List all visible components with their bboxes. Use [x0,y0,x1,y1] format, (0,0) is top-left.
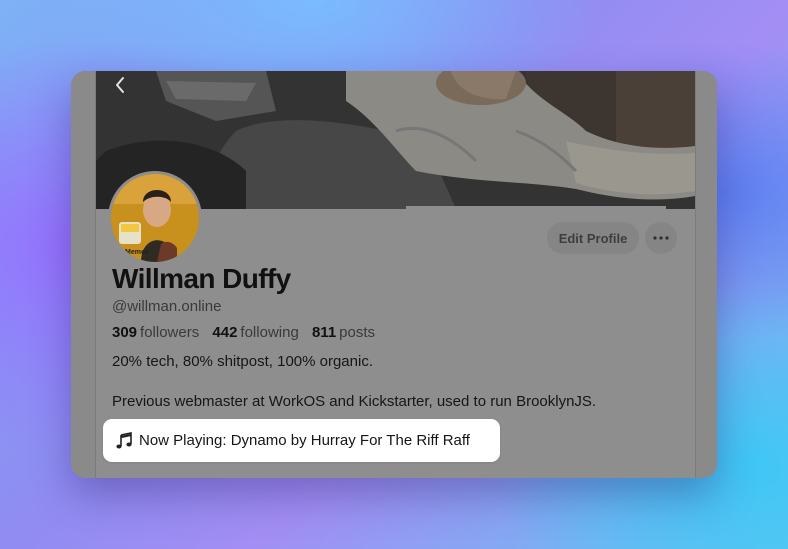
posts-count: 811 [311,324,337,341]
followers-stat[interactable]: 309 followers [112,324,208,341]
avatar-caption: Memes [125,249,149,256]
profile-stats: 309 followers 442 following 811 posts [112,324,384,341]
followers-label: followers [140,324,200,341]
following-stat[interactable]: 442 following [212,324,307,341]
profile-handle: @willman.online [112,298,222,315]
posts-stat: 811 posts [312,324,384,341]
more-options-button[interactable] [645,222,677,254]
avatar[interactable]: Memes [108,171,202,265]
following-label: following [240,324,299,341]
followers-count: 309 [112,324,138,341]
back-chevron-icon[interactable] [112,75,128,95]
profile-card: Memes Edit Profile Willman Duffy @willma… [71,71,717,478]
now-playing-text: Now Playing: Dynamo by Hurray For The Ri… [139,432,470,449]
bio-line-2: Previous webmaster at WorkOS and Kicksta… [112,393,597,410]
posts-label: posts [339,324,376,341]
following-count: 442 [212,324,238,341]
avatar-photo: Memes [111,174,199,262]
display-name: Willman Duffy [112,263,291,294]
bio-line-1: 20% tech, 80% shitpost, 100% organic. [112,353,373,370]
music-note-icon [115,431,133,450]
edit-profile-button[interactable]: Edit Profile [547,222,639,254]
now-playing-banner[interactable]: Now Playing: Dynamo by Hurray For The Ri… [103,419,500,462]
ellipsis-icon [653,236,669,240]
profile-panel: Memes Edit Profile Willman Duffy @willma… [95,71,696,478]
